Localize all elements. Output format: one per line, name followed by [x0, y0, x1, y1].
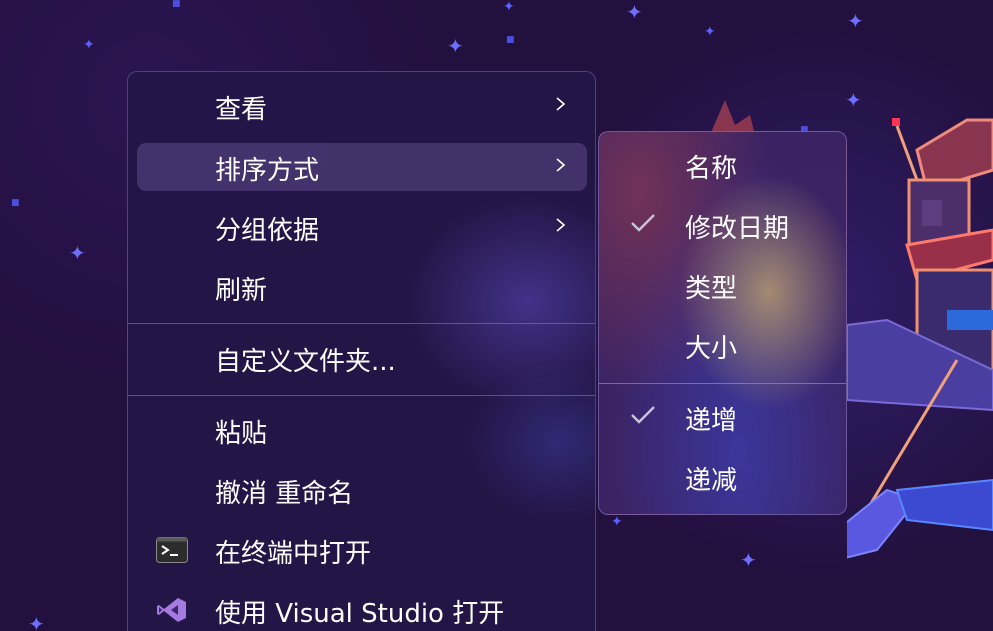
chevron-right-icon: [556, 158, 566, 172]
submenu-separator: [599, 383, 846, 384]
pixel-robot-illustration: [847, 118, 993, 559]
star-decoration: ■: [172, 0, 181, 9]
menu-item-label: 使用 Visual Studio 打开: [215, 599, 505, 629]
submenu-item-ascending[interactable]: 递增: [599, 392, 846, 440]
menu-item-open-in-terminal[interactable]: 在终端中打开: [137, 526, 587, 574]
sort-by-submenu: 名称 修改日期 类型 大小 递增 递减: [598, 131, 847, 515]
submenu-item-label: 递减: [685, 466, 738, 496]
star-decoration: ✦: [740, 548, 757, 572]
menu-item-group-by[interactable]: 分组依据: [137, 203, 587, 251]
submenu-item-label: 类型: [685, 274, 738, 304]
menu-item-open-with-visual-studio[interactable]: 使用 Visual Studio 打开: [137, 586, 587, 631]
submenu-item-label: 递增: [685, 406, 738, 436]
menu-separator: [128, 323, 595, 324]
menu-item-label: 排序方式: [215, 156, 320, 186]
context-menu: 查看 排序方式 分组依据 刷新 自定义文件夹... 粘贴 撤消 重命名 在终端中…: [127, 71, 596, 631]
submenu-item-label: 大小: [685, 334, 738, 364]
chevron-right-icon: [556, 97, 566, 111]
menu-item-paste[interactable]: 粘贴: [137, 406, 587, 454]
star-decoration: ✦: [447, 34, 464, 58]
menu-item-label: 刷新: [215, 276, 268, 306]
star-decoration: ✦: [69, 241, 86, 265]
checkmark-icon: [631, 214, 655, 232]
menu-item-label: 自定义文件夹...: [215, 347, 396, 377]
star-decoration: ✦: [503, 0, 515, 15]
submenu-item-descending[interactable]: 递减: [599, 452, 846, 500]
star-decoration: ✦: [626, 0, 643, 24]
chevron-right-icon: [556, 218, 566, 232]
menu-item-undo-rename[interactable]: 撤消 重命名: [137, 466, 587, 514]
menu-item-label: 撤消 重命名: [215, 479, 354, 509]
visual-studio-icon: [157, 598, 186, 622]
star-decoration: ■: [506, 35, 515, 45]
star-decoration: ✦: [611, 514, 623, 530]
menu-item-refresh[interactable]: 刷新: [137, 263, 587, 311]
menu-item-sort-by[interactable]: 排序方式: [137, 143, 587, 191]
submenu-item-name[interactable]: 名称: [599, 140, 846, 188]
menu-item-label: 分组依据: [215, 216, 320, 246]
menu-item-customize-folder[interactable]: 自定义文件夹...: [137, 334, 587, 382]
submenu-item-label: 名称: [685, 154, 738, 184]
star-decoration: ✦: [83, 37, 95, 53]
checkmark-icon: [631, 406, 655, 424]
pixel-sail-fragment: [710, 100, 755, 135]
star-decoration: ✦: [704, 24, 716, 40]
star-decoration: ✦: [28, 612, 45, 631]
submenu-item-size[interactable]: 大小: [599, 320, 846, 368]
menu-item-label: 在终端中打开: [215, 539, 372, 569]
menu-item-label: 粘贴: [215, 419, 268, 449]
terminal-icon: [156, 537, 188, 563]
star-decoration: ■: [11, 198, 20, 208]
menu-item-label: 查看: [215, 95, 268, 125]
menu-separator: [128, 395, 595, 396]
menu-item-view[interactable]: 查看: [137, 82, 587, 130]
submenu-item-date-modified[interactable]: 修改日期: [599, 200, 846, 248]
submenu-item-label: 修改日期: [685, 214, 790, 244]
submenu-item-type[interactable]: 类型: [599, 260, 846, 308]
star-decoration: ✦: [847, 9, 864, 33]
star-decoration: ✦: [845, 88, 862, 112]
